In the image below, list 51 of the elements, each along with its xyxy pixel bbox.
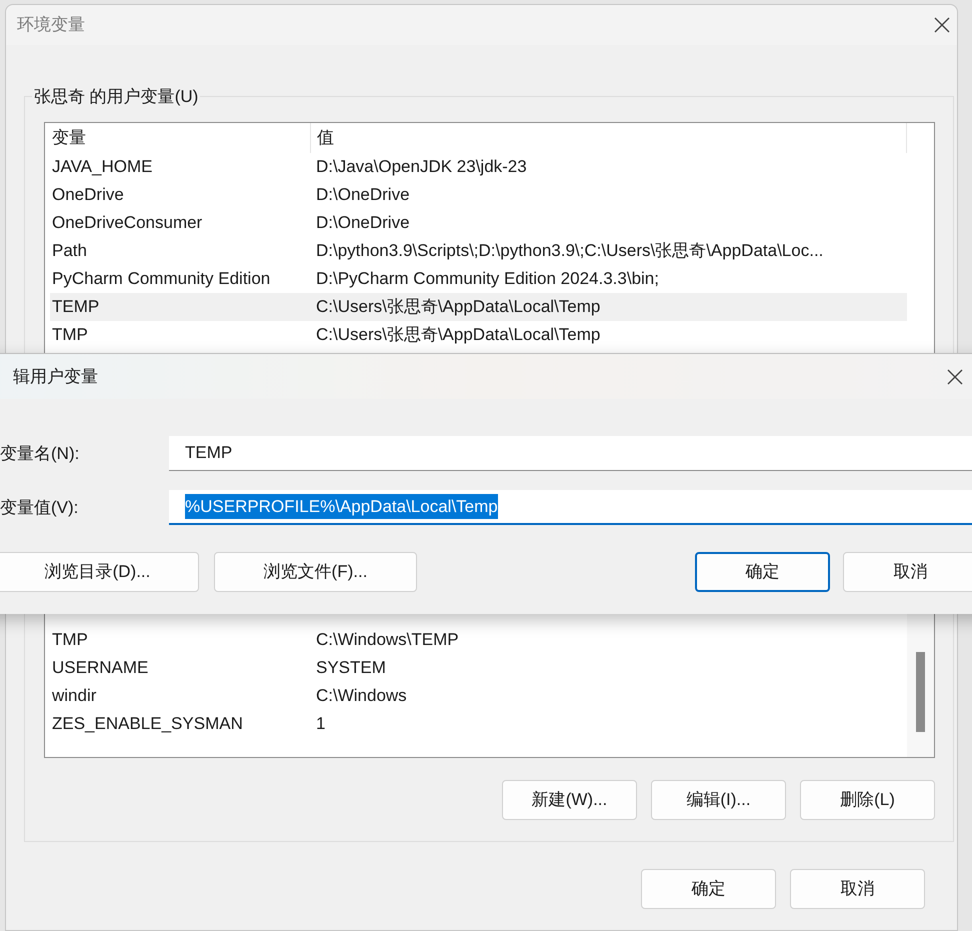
dialog-button[interactable]: 确定 <box>695 552 830 592</box>
list-row[interactable]: OneDriveConsumer D:\OneDrive <box>50 208 907 236</box>
variable-name: PyCharm Community Edition <box>51 268 272 290</box>
variable-name: TMP <box>51 324 89 346</box>
field-label: 变量名(N): <box>0 442 80 465</box>
list-row[interactable]: OneDrive D:\OneDrive <box>50 180 907 208</box>
dialog-button[interactable]: 编辑(I)... <box>651 780 786 820</box>
text-field[interactable]: TEMP <box>169 436 972 471</box>
variable-name: USERNAME <box>51 656 150 679</box>
variable-name: windir <box>51 684 98 707</box>
variable-name: OneDriveConsumer <box>51 212 204 234</box>
list-row[interactable]: ZES_ENABLE_SYSMAN 1 <box>50 710 907 738</box>
text-field[interactable]: %USERPROFILE%\AppData\Local\Temp <box>169 490 972 525</box>
column-header[interactable]: 值 <box>311 124 334 150</box>
list-row[interactable]: TMP C:\Users\张思奇\AppData\Local\Temp <box>50 320 907 348</box>
list-row[interactable]: JAVA_HOME D:\Java\OpenJDK 23\jdk-23 <box>50 152 907 180</box>
dialog-title: 辑用户变量 <box>13 366 98 388</box>
variable-name: ZES_ENABLE_SYSMAN <box>51 712 244 735</box>
dialog-button[interactable]: 确定 <box>641 868 776 908</box>
variable-value: C:\Windows <box>316 684 407 707</box>
variable-value: SYSTEM <box>316 656 386 679</box>
variable-value: 1 <box>316 712 326 735</box>
dialog-button[interactable]: 取消 <box>843 552 972 592</box>
list-row[interactable]: Path D:\python3.9\Scripts\;D:\python3.9\;C:\Users\张思奇\AppData\Loc... <box>50 236 907 264</box>
variable-value: C:\Users\张思奇\AppData\Local\Temp <box>316 296 600 318</box>
variable-value: D:\OneDrive <box>316 212 410 234</box>
list-row[interactable]: TMP C:\Windows\TEMP <box>50 626 907 654</box>
dialog-button[interactable]: 新建(W)... <box>502 780 637 820</box>
variable-name: TMP <box>51 628 89 651</box>
dialog-button[interactable]: 取消 <box>790 868 925 908</box>
variable-value: D:\Java\OpenJDK 23\jdk-23 <box>316 156 527 178</box>
column-header[interactable]: 变量 <box>45 122 311 152</box>
list-row[interactable]: windir C:\Windows <box>50 682 907 710</box>
variable-name: Path <box>51 240 88 262</box>
dialog-button[interactable]: 浏览目录(D)... <box>0 552 199 592</box>
variable-value: D:\PyCharm Community Edition 2024.3.3\bin; <box>316 268 659 290</box>
list-row[interactable]: TEMP C:\Users\张思奇\AppData\Local\Temp <box>50 292 907 320</box>
dialog-button[interactable]: 删除(L) <box>800 780 935 820</box>
list-row[interactable]: USERNAME SYSTEM <box>50 654 907 682</box>
variable-name: OneDrive <box>51 184 125 206</box>
window-title: 环境变量 <box>17 14 85 36</box>
variable-name: JAVA_HOME <box>51 156 154 178</box>
field-label: 变量值(V): <box>0 496 80 519</box>
group-label: 张思奇 的用户变量(U) <box>33 86 200 108</box>
variable-value: C:\Users\张思奇\AppData\Local\Temp <box>316 324 600 346</box>
variable-value: D:\OneDrive <box>316 184 410 206</box>
variable-value: C:\Windows\TEMP <box>316 628 459 651</box>
variable-value: D:\python3.9\Scripts\;D:\python3.9\;C:\Users\张思奇\AppData\Loc... <box>316 240 824 262</box>
list-row[interactable]: PyCharm Community Edition D:\PyCharm Community Edition 2024.3.3\bin; <box>50 264 907 292</box>
dialog-button[interactable]: 浏览文件(F)... <box>214 552 417 592</box>
variable-name: TEMP <box>51 296 100 318</box>
